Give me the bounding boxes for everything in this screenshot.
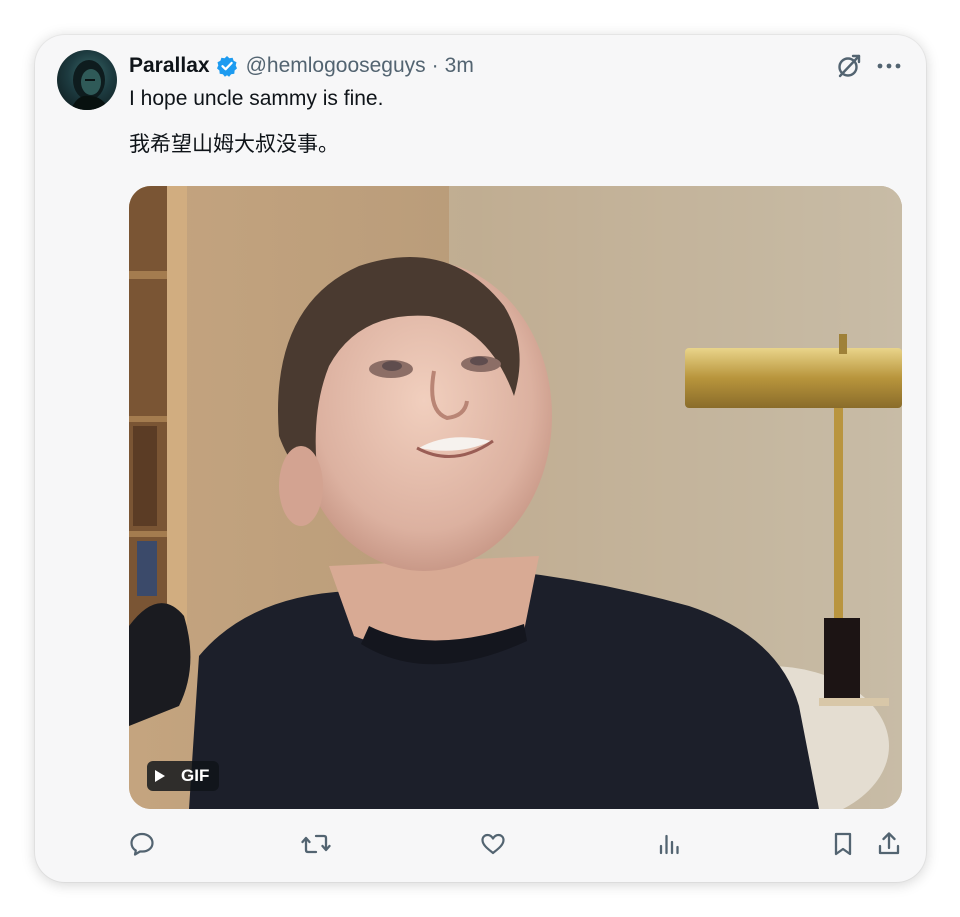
gif-badge[interactable]: GIF <box>147 761 220 791</box>
share-icon[interactable] <box>874 829 904 859</box>
verified-badge-icon <box>216 55 238 77</box>
reply-icon[interactable] <box>127 829 157 859</box>
tweet-text-chinese: 我希望山姆大叔没事。 <box>129 133 339 156</box>
timestamp[interactable]: 3m <box>445 54 474 78</box>
tweet-card[interactable]: Parallax @hemlogooseguys · 3m I hope unc… <box>35 35 926 882</box>
more-icon[interactable] <box>875 55 903 77</box>
bookmark-icon[interactable] <box>828 829 858 859</box>
tweet-text-english: I hope uncle sammy is fine. <box>129 87 384 110</box>
user-handle[interactable]: @hemlogooseguys <box>246 54 426 78</box>
play-icon[interactable] <box>155 770 165 782</box>
display-name[interactable]: Parallax <box>129 54 210 78</box>
tweet-header: Parallax @hemlogooseguys · 3m <box>129 51 474 81</box>
retweet-icon[interactable] <box>301 829 331 859</box>
separator-dot: · <box>431 54 439 77</box>
avatar[interactable] <box>57 50 117 110</box>
gif-label: GIF <box>181 766 210 785</box>
views-icon[interactable] <box>654 829 684 859</box>
grok-icon[interactable] <box>835 52 863 80</box>
tweet-media-gif[interactable]: GIF <box>129 186 902 809</box>
like-icon[interactable] <box>478 829 508 859</box>
